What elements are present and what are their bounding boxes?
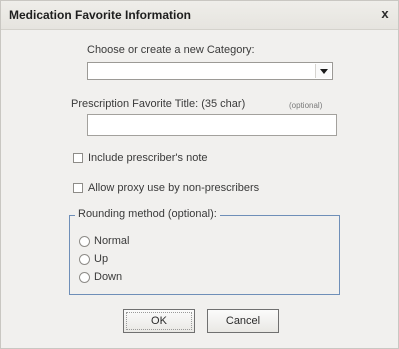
chevron-down-icon[interactable] — [315, 64, 331, 78]
up-label: Up — [94, 253, 109, 265]
normal-label: Normal — [94, 235, 130, 247]
rounding-method-group — [69, 215, 340, 295]
favorite-title-input[interactable] — [87, 114, 337, 136]
category-select[interactable] — [87, 62, 333, 80]
rounding-option-down[interactable]: Down — [79, 271, 122, 283]
close-icon[interactable]: x — [378, 7, 392, 21]
rounding-method-legend: Rounding method (optional): — [75, 208, 220, 220]
title-bar: Medication Favorite Information x — [1, 1, 398, 30]
cancel-button[interactable]: Cancel — [207, 309, 279, 333]
include-note-checkbox[interactable] — [73, 153, 83, 163]
dialog-title: Medication Favorite Information — [9, 8, 192, 22]
allow-proxy-label: Allow proxy use by non-prescribers — [88, 182, 260, 194]
normal-radio[interactable] — [79, 235, 90, 247]
include-note-option[interactable]: Include prescriber's note — [73, 152, 208, 164]
category-label: Choose or create a new Category: — [87, 44, 255, 56]
allow-proxy-option[interactable]: Allow proxy use by non-prescribers — [73, 182, 259, 194]
favorite-title-label: Prescription Favorite Title: (35 char) — [71, 98, 246, 110]
medication-favorite-dialog: Medication Favorite Information x Choose… — [0, 0, 399, 349]
rounding-option-up[interactable]: Up — [79, 253, 108, 265]
ok-button[interactable]: OK — [123, 309, 195, 333]
up-radio[interactable] — [79, 253, 90, 265]
rounding-option-normal[interactable]: Normal — [79, 235, 129, 247]
down-radio[interactable] — [79, 271, 90, 283]
allow-proxy-checkbox[interactable] — [73, 183, 83, 193]
optional-note: (optional) — [289, 101, 323, 110]
include-note-label: Include prescriber's note — [88, 152, 208, 164]
down-label: Down — [94, 271, 123, 283]
